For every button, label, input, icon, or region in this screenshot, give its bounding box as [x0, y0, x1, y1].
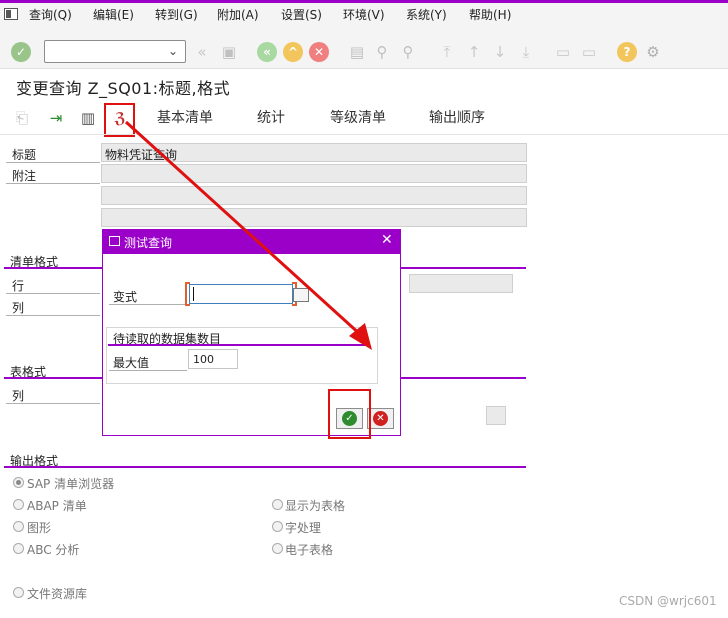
- watermark: CSDN @wrjc601: [619, 594, 717, 608]
- annotation-arrow: [124, 120, 372, 350]
